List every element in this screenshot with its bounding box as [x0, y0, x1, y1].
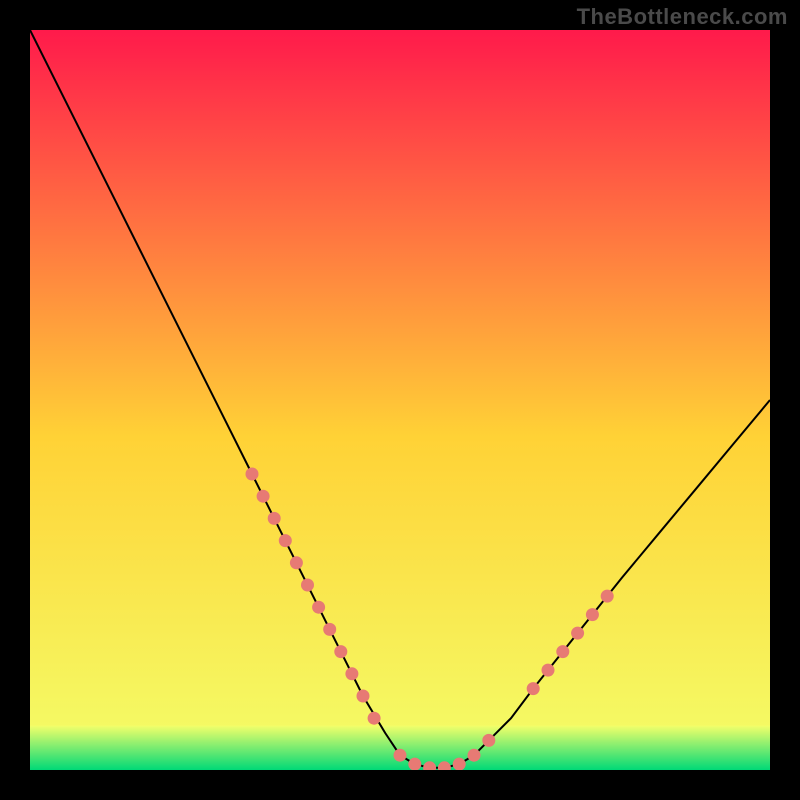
data-dot	[542, 664, 555, 677]
data-dot	[345, 667, 358, 680]
data-dot	[334, 645, 347, 658]
data-dot	[571, 627, 584, 640]
data-dot	[556, 645, 569, 658]
data-dot	[268, 512, 281, 525]
data-dot	[482, 734, 495, 747]
data-dot	[601, 590, 614, 603]
gradient-background	[30, 30, 770, 770]
data-dot	[301, 579, 314, 592]
data-dot	[394, 749, 407, 762]
data-dot	[257, 490, 270, 503]
chart-frame: TheBottleneck.com	[0, 0, 800, 800]
bottom-band	[30, 726, 770, 770]
data-dot	[453, 758, 466, 770]
data-dot	[323, 623, 336, 636]
data-dot	[527, 682, 540, 695]
data-dot	[586, 608, 599, 621]
chart-svg	[30, 30, 770, 770]
data-dot	[312, 601, 325, 614]
data-dot	[468, 749, 481, 762]
data-dot	[290, 556, 303, 569]
data-dot	[279, 534, 292, 547]
watermark-text: TheBottleneck.com	[577, 4, 788, 30]
data-dot	[408, 758, 421, 770]
data-dot	[357, 690, 370, 703]
data-dot	[246, 468, 259, 481]
plot-area	[30, 30, 770, 770]
data-dot	[368, 712, 381, 725]
